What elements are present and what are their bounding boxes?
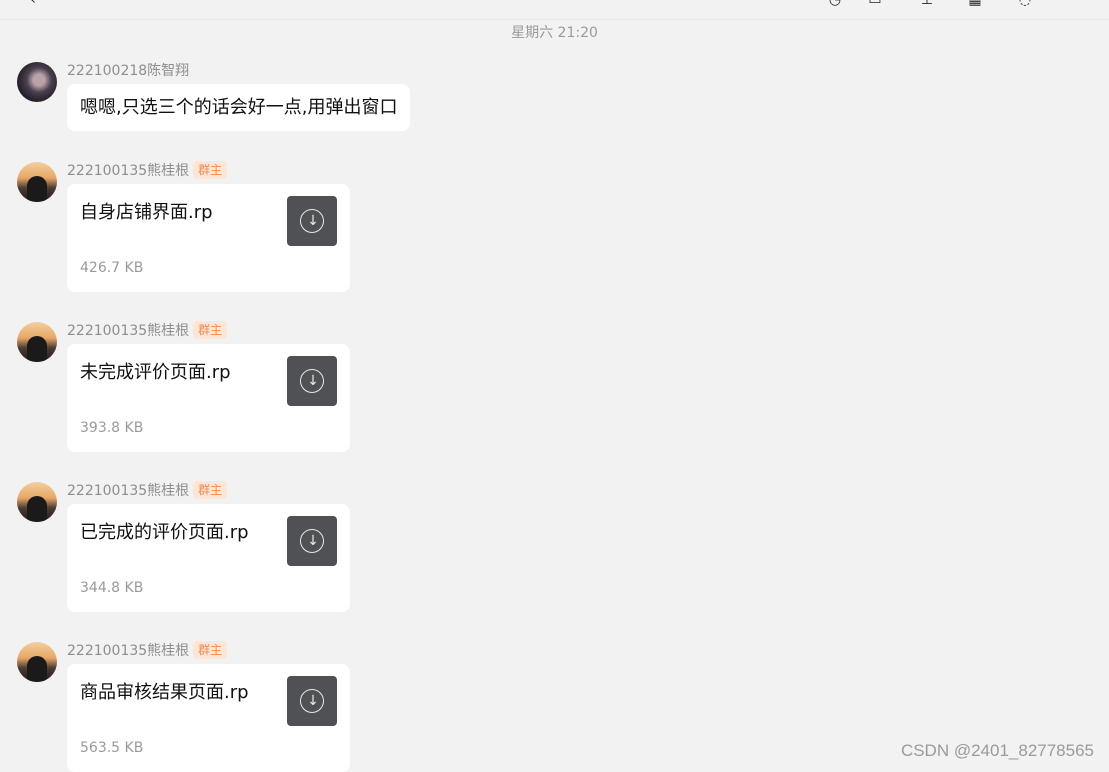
download-button[interactable]: ↓	[287, 676, 337, 726]
file-size: 426.7 KB	[80, 260, 144, 276]
group-owner-badge: 群主	[193, 481, 228, 499]
file-name: 已完成的评价页面.rp	[80, 522, 249, 543]
download-icon: ↓	[300, 209, 324, 233]
download-icon: ↓	[300, 689, 324, 713]
file-size: 344.8 KB	[80, 580, 144, 596]
sender-name-text: 222100135熊桂根	[67, 483, 190, 499]
file-card[interactable]: 未完成评价页面.rp 393.8 KB ↓	[67, 344, 350, 452]
text-bubble[interactable]: 嗯嗯,只选三个的话会好一点,用弹出窗口	[67, 84, 411, 131]
watermark: CSDN @2401_82778565	[900, 741, 1094, 760]
sender-name: 222100135熊桂根 群主	[67, 160, 228, 180]
screen-share-icon[interactable]: ▭	[866, 0, 884, 7]
avatar[interactable]	[17, 642, 57, 682]
apps-icon[interactable]: ▦	[966, 0, 984, 7]
download-button[interactable]: ↓	[287, 196, 337, 246]
avatar[interactable]	[17, 62, 57, 102]
title-bar: ‹ ◔ ▭ ⊥ ▦ ◌	[0, 0, 1109, 20]
sender-name-text: 222100135熊桂根	[67, 323, 190, 339]
file-name: 未完成评价页面.rp	[80, 362, 231, 383]
search-icon[interactable]: ◌	[1016, 0, 1034, 7]
file-card[interactable]: 已完成的评价页面.rp 344.8 KB ↓	[67, 504, 350, 612]
sender-name-text: 222100135熊桂根	[67, 163, 190, 179]
avatar[interactable]	[17, 162, 57, 202]
file-card[interactable]: 自身店铺界面.rp 426.7 KB ↓	[67, 184, 350, 292]
file-size: 393.8 KB	[80, 420, 144, 436]
file-name: 自身店铺界面.rp	[80, 202, 213, 223]
file-card[interactable]: 商品审核结果页面.rp 563.5 KB ↓	[67, 664, 350, 772]
sender-name: 222100135熊桂根 群主	[67, 320, 228, 340]
group-owner-badge: 群主	[193, 641, 228, 659]
download-icon: ↓	[300, 369, 324, 393]
sender-name: 222100218陈智翔	[67, 60, 189, 80]
download-button[interactable]: ↓	[287, 356, 337, 406]
avatar[interactable]	[17, 482, 57, 522]
sender-name: 222100135熊桂根 群主	[67, 640, 228, 660]
group-owner-badge: 群主	[193, 321, 228, 339]
sender-name: 222100135熊桂根 群主	[67, 480, 228, 500]
file-name: 商品审核结果页面.rp	[80, 682, 249, 703]
file-size: 563.5 KB	[80, 740, 144, 756]
download-button[interactable]: ↓	[287, 516, 337, 566]
download-icon: ↓	[300, 529, 324, 553]
phone-icon[interactable]: ◔	[826, 0, 844, 7]
avatar[interactable]	[17, 322, 57, 362]
group-owner-badge: 群主	[193, 161, 228, 179]
sender-name-text: 222100135熊桂根	[67, 643, 190, 659]
back-icon[interactable]: ‹	[24, 0, 42, 7]
message-timestamp: 星期六 21:20	[511, 25, 598, 41]
sender-name-text: 222100218陈智翔	[67, 63, 190, 79]
upload-icon[interactable]: ⊥	[918, 0, 936, 7]
